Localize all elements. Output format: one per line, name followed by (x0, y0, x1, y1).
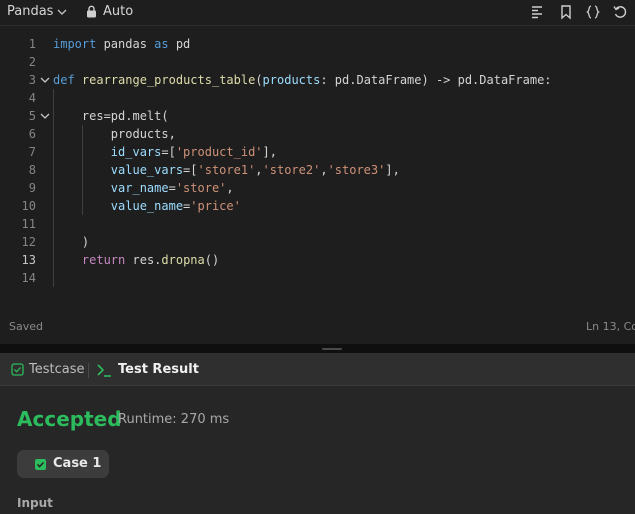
code-editor[interactable]: 1 import pandas as pd 2 3 def rearrange_prod… (0, 27, 635, 343)
code-token: =[ (161, 145, 176, 159)
reset-icon[interactable] (612, 4, 628, 20)
code-token: = (168, 181, 176, 195)
line-number: 2 (28, 55, 36, 69)
code-token: : pd.DataFrame) -> pd.DataFrame: (320, 73, 552, 87)
code-line[interactable]: id_vars=['product_id'], (53, 143, 277, 161)
fold-chevron-icon[interactable] (39, 110, 51, 122)
code-token: def (53, 73, 75, 87)
code-token: 'price' (190, 199, 241, 213)
lock-icon (87, 5, 96, 18)
panel-divider[interactable] (0, 344, 635, 353)
line-number: 7 (28, 145, 36, 159)
code-token: products, (53, 127, 176, 141)
code-token: ) (53, 235, 90, 249)
fold-chevron-icon[interactable] (39, 74, 51, 86)
code-token: 'store2' (262, 163, 321, 177)
mode-label[interactable]: Auto (103, 4, 133, 19)
line-number: 4 (28, 91, 36, 105)
code-line[interactable]: def rearrange_products_table(products: p… (53, 71, 552, 89)
code-token: , (320, 163, 328, 177)
code-token: pd (168, 37, 191, 51)
code-token: 'store3' (327, 163, 386, 177)
code-line[interactable]: return res.dropna() (53, 251, 219, 269)
code-token: var_name (110, 181, 169, 195)
code-line[interactable]: ) (53, 233, 89, 251)
code-token: return (81, 253, 126, 267)
code-line[interactable]: var_name='store', (53, 179, 234, 197)
tab-test-result[interactable]: Test Result (118, 362, 199, 377)
cursor-position: Ln 13, Co (586, 320, 635, 333)
bookmark-icon[interactable] (558, 4, 574, 20)
result-status: Accepted (17, 407, 122, 431)
line-number: 6 (28, 127, 36, 141)
code-line[interactable]: import pandas as pd (53, 35, 190, 53)
format-icon[interactable] (530, 4, 546, 20)
runtime-label: Runtime: 270 ms (118, 412, 230, 427)
indent-guide (53, 89, 54, 287)
code-token: pandas (96, 37, 155, 51)
code-token: dropna (161, 253, 205, 267)
line-number: 12 (21, 235, 36, 249)
code-token: value_vars (110, 163, 184, 177)
input-section-label: Input (17, 496, 53, 510)
code-line[interactable]: value_vars=['store1','store2','store3'], (53, 161, 400, 179)
code-token: , (226, 181, 234, 195)
code-line[interactable]: products, (53, 125, 176, 143)
code-token: () (204, 253, 220, 267)
line-number: 10 (21, 199, 36, 213)
tab-separator (88, 363, 89, 378)
line-number: 11 (21, 217, 36, 231)
checkbox-icon (35, 459, 46, 470)
indent-guide (82, 125, 83, 215)
code-token: rearrange_products_table (81, 73, 256, 87)
code-token: res=pd.melt( (53, 109, 169, 123)
resize-handle[interactable] (322, 348, 342, 350)
checkbox-icon (11, 363, 24, 376)
code-token: , (255, 163, 263, 177)
code-token: ], (262, 145, 277, 159)
code-token: 'store1' (197, 163, 256, 177)
save-status: Saved (9, 320, 43, 333)
chevron-down-icon[interactable] (56, 6, 68, 18)
braces-icon[interactable] (585, 4, 601, 20)
code-token: import (53, 37, 97, 51)
line-number: 5 (28, 109, 36, 123)
code-token: ], (385, 163, 400, 177)
terminal-icon (97, 364, 111, 377)
code-token: 'product_id' (175, 145, 263, 159)
line-number: 9 (28, 181, 36, 195)
code-token: value_name (110, 199, 184, 213)
code-line[interactable]: res=pd.melt( (53, 107, 169, 125)
code-token: =[ (183, 163, 198, 177)
code-token: ( (255, 73, 263, 87)
tab-testcase[interactable]: Testcase (29, 362, 85, 377)
language-selector[interactable]: Pandas (7, 4, 53, 19)
line-number: 1 (28, 37, 36, 51)
code-token: 'store' (175, 181, 227, 195)
line-number: 14 (21, 271, 36, 285)
code-token: as (154, 37, 169, 51)
line-number: 13 (21, 253, 36, 267)
code-token: products (262, 73, 321, 87)
code-token: res. (125, 253, 162, 267)
case-1-label[interactable]: Case 1 (53, 456, 101, 471)
code-token: id_vars (110, 145, 162, 159)
line-number: 3 (28, 73, 36, 87)
line-number: 8 (28, 163, 36, 177)
